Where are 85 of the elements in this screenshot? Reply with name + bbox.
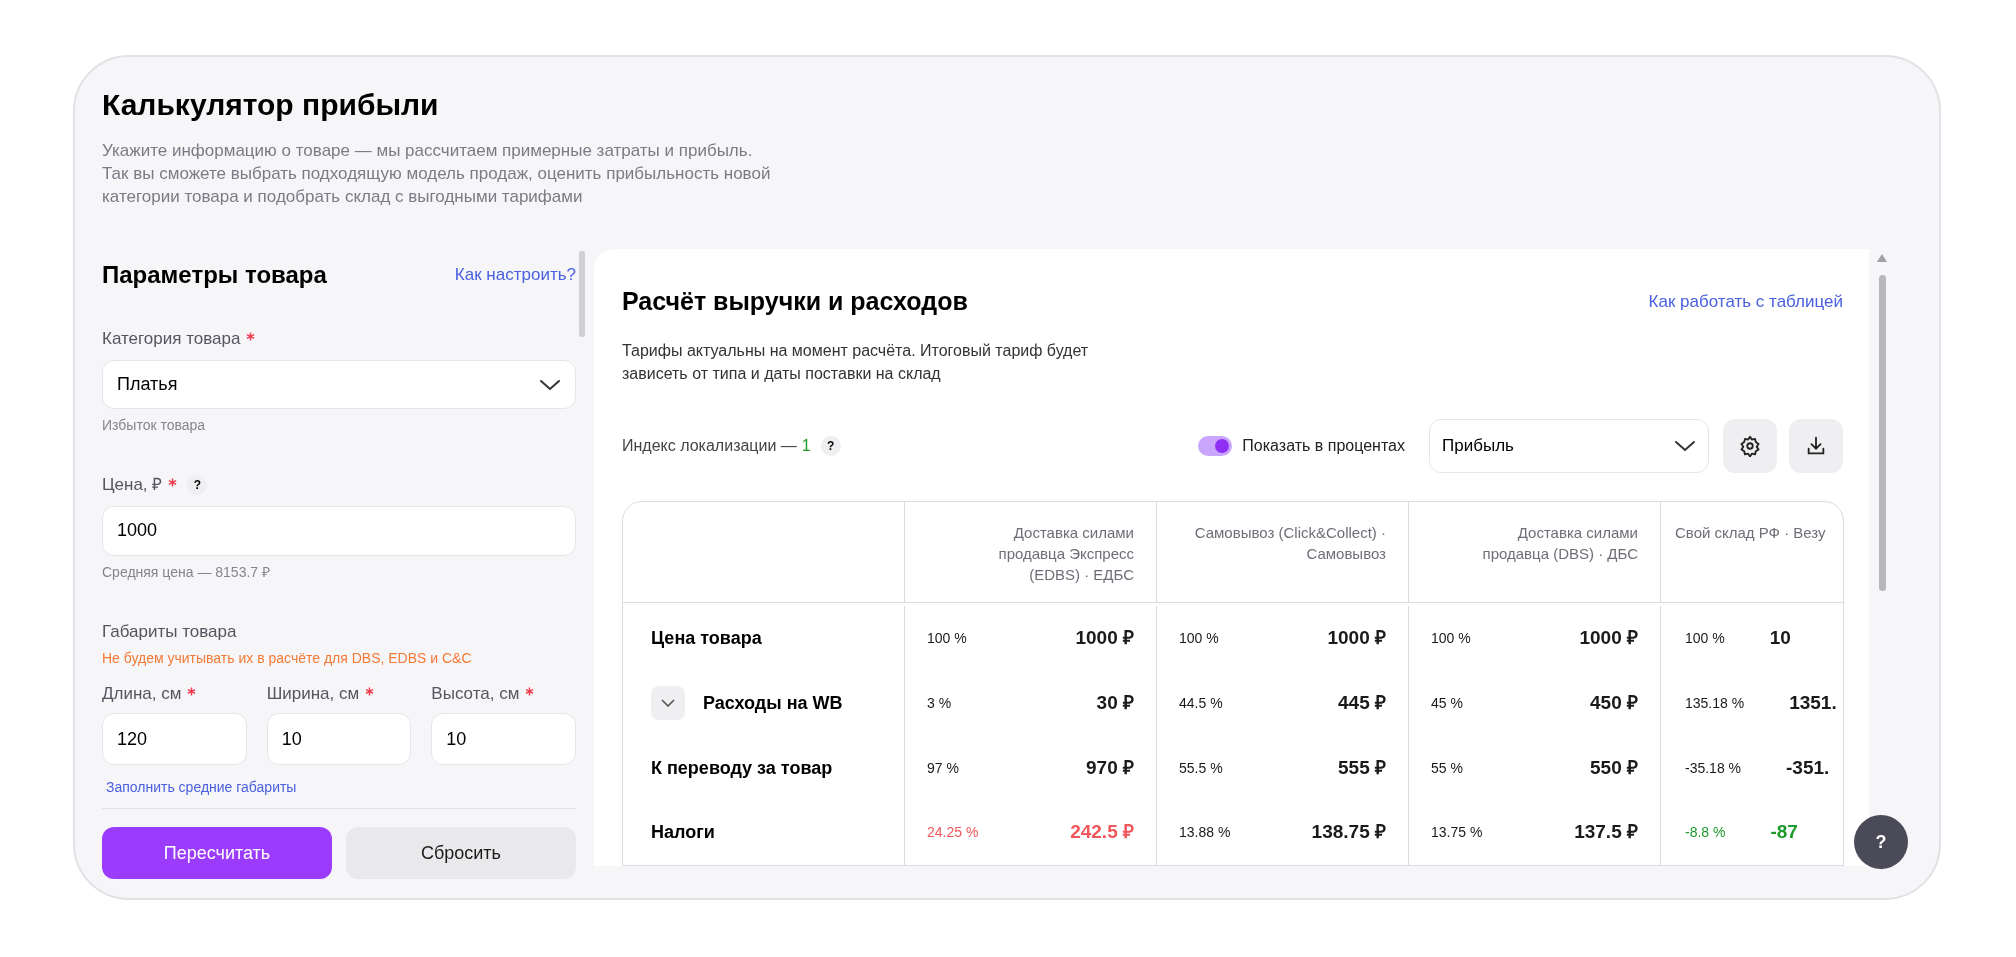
description-line: Так вы сможете выбрать подходящую модель продаж, оценить прибыльность новой	[102, 163, 771, 185]
download-icon	[1805, 434, 1827, 457]
settings-button[interactable]	[1723, 418, 1777, 473]
section-title: Расчёт выручки и расходов	[622, 286, 968, 317]
amount-value: 445 ₽	[1338, 691, 1386, 716]
section-label: Габариты товара	[102, 620, 237, 643]
section-title: Параметры товара	[102, 260, 327, 290]
column-header: Доставка силами продавца (DBS) · ДБС	[1481, 522, 1638, 564]
percent-value: 100 %	[1685, 629, 1725, 649]
field-hint: Избыток товара	[102, 416, 206, 436]
field-label: Цена, ₽	[102, 474, 163, 497]
percent-value: 24.25 %	[927, 823, 979, 843]
warning-text: Не будем учитывать их в расчёте для DBS, EDBS и C&C	[102, 649, 472, 669]
page-title: Калькулятор прибыли	[102, 87, 439, 123]
help-badge[interactable]: ?	[820, 435, 841, 456]
scrollbar-thumb[interactable]	[1878, 275, 1886, 591]
amount-value: 1351.	[1789, 691, 1837, 716]
field-label: Высота, см	[431, 683, 520, 706]
amount-value: 1000 ₽	[1579, 626, 1638, 651]
row-label: Налоги	[651, 821, 715, 845]
amount-value: 137.5 ₽	[1574, 820, 1638, 845]
chevron-down-icon	[1674, 439, 1696, 452]
amount-value: 30 ₽	[1096, 691, 1134, 716]
amount-value: 450 ₽	[1590, 691, 1638, 716]
scroll-up-icon[interactable]	[1876, 253, 1888, 263]
input-field[interactable]: 1000	[102, 506, 576, 556]
percent-value: 13.88 %	[1179, 823, 1231, 843]
percent-value: 55.5 %	[1179, 758, 1223, 778]
amount-value: 555 ₽	[1338, 755, 1386, 780]
amount-value: 10	[1769, 626, 1791, 651]
amount-value: 1000 ₽	[1075, 626, 1134, 651]
input-field[interactable]: 120	[102, 713, 247, 766]
description-line: категории товара и подобрать склад с выгодными тарифами	[102, 186, 583, 208]
scrollbar-thumb[interactable]	[579, 251, 585, 337]
help-badge[interactable]: ?	[187, 475, 208, 496]
percent-value: 97 %	[927, 758, 959, 778]
index-label: Индекс локализации —	[622, 435, 797, 456]
field-hint: Средняя цена — 8153.7 ₽	[102, 562, 270, 582]
row-label: К переводу за товар	[651, 756, 833, 780]
column-header: Свой склад РФ · Везу	[1675, 522, 1826, 543]
help-link[interactable]: Как настроить?	[454, 262, 576, 288]
percent-value: 3 %	[927, 693, 952, 713]
amount-value: -87	[1770, 820, 1798, 845]
note-line: Тарифы актуальны на момент расчёта. Итоговый тариф будет	[622, 340, 1089, 361]
chevron-down-icon	[661, 699, 675, 708]
note-line: зависеть от типа и даты поставки на склад	[622, 363, 941, 384]
field-label: Длина, см	[102, 683, 182, 706]
percent-value: 55 %	[1431, 758, 1463, 778]
amount-value: 970 ₽	[1086, 755, 1134, 780]
description-line: Укажите информацию о товаре — мы рассчитаем примерные затраты и прибыль.	[102, 140, 753, 162]
input-field[interactable]: 10	[431, 713, 576, 766]
row-label: Расходы на WB	[703, 691, 843, 715]
reset-button[interactable]: Сбросить	[346, 827, 576, 879]
expand-button[interactable]	[651, 686, 685, 721]
percent-value: 45 %	[1431, 693, 1463, 713]
chevron-down-icon	[539, 378, 561, 391]
column-header: Самовывоз (Click&Collect) · Самовывоз	[1193, 522, 1386, 564]
percent-value: 13.75 %	[1431, 823, 1483, 843]
field-label: Ширина, см	[266, 683, 360, 706]
amount-value: 550 ₽	[1590, 755, 1638, 780]
download-button[interactable]	[1789, 418, 1843, 473]
percent-value: 100 %	[1431, 629, 1471, 649]
settings-icon	[1739, 434, 1761, 457]
amount-value: 1000 ₽	[1327, 626, 1386, 651]
column-header: Доставка силами продавца Экспресс (EDBS) · ЕДБС	[997, 522, 1134, 585]
category-select[interactable]: Платья	[102, 360, 576, 410]
percent-value: -35.18 %	[1685, 758, 1742, 778]
percent-value: -8.8 %	[1685, 823, 1726, 843]
percent-value: 135.18 %	[1685, 693, 1745, 713]
row-label: Цена товара	[651, 627, 762, 651]
percent-value: 100 %	[1179, 629, 1219, 649]
input-field[interactable]: 10	[266, 713, 412, 766]
toggle-label: Показать в процентах	[1242, 435, 1405, 456]
recalculate-button[interactable]: Пересчитать	[102, 827, 332, 879]
amount-value: 138.75 ₽	[1311, 820, 1386, 845]
metric-select[interactable]: Прибыль	[1429, 418, 1709, 473]
percent-value: 100 %	[927, 629, 967, 649]
index-value: 1	[801, 435, 811, 456]
fill-link[interactable]: Заполнить средние габариты	[106, 777, 297, 799]
field-label: Категория товара	[102, 328, 241, 350]
percent-toggle[interactable]	[1198, 435, 1233, 456]
percent-value: 44.5 %	[1179, 693, 1223, 713]
help-link[interactable]: Как работать с таблицей	[1648, 289, 1843, 315]
amount-value: 242.5 ₽	[1070, 820, 1134, 845]
amount-value: -351.	[1786, 755, 1830, 780]
